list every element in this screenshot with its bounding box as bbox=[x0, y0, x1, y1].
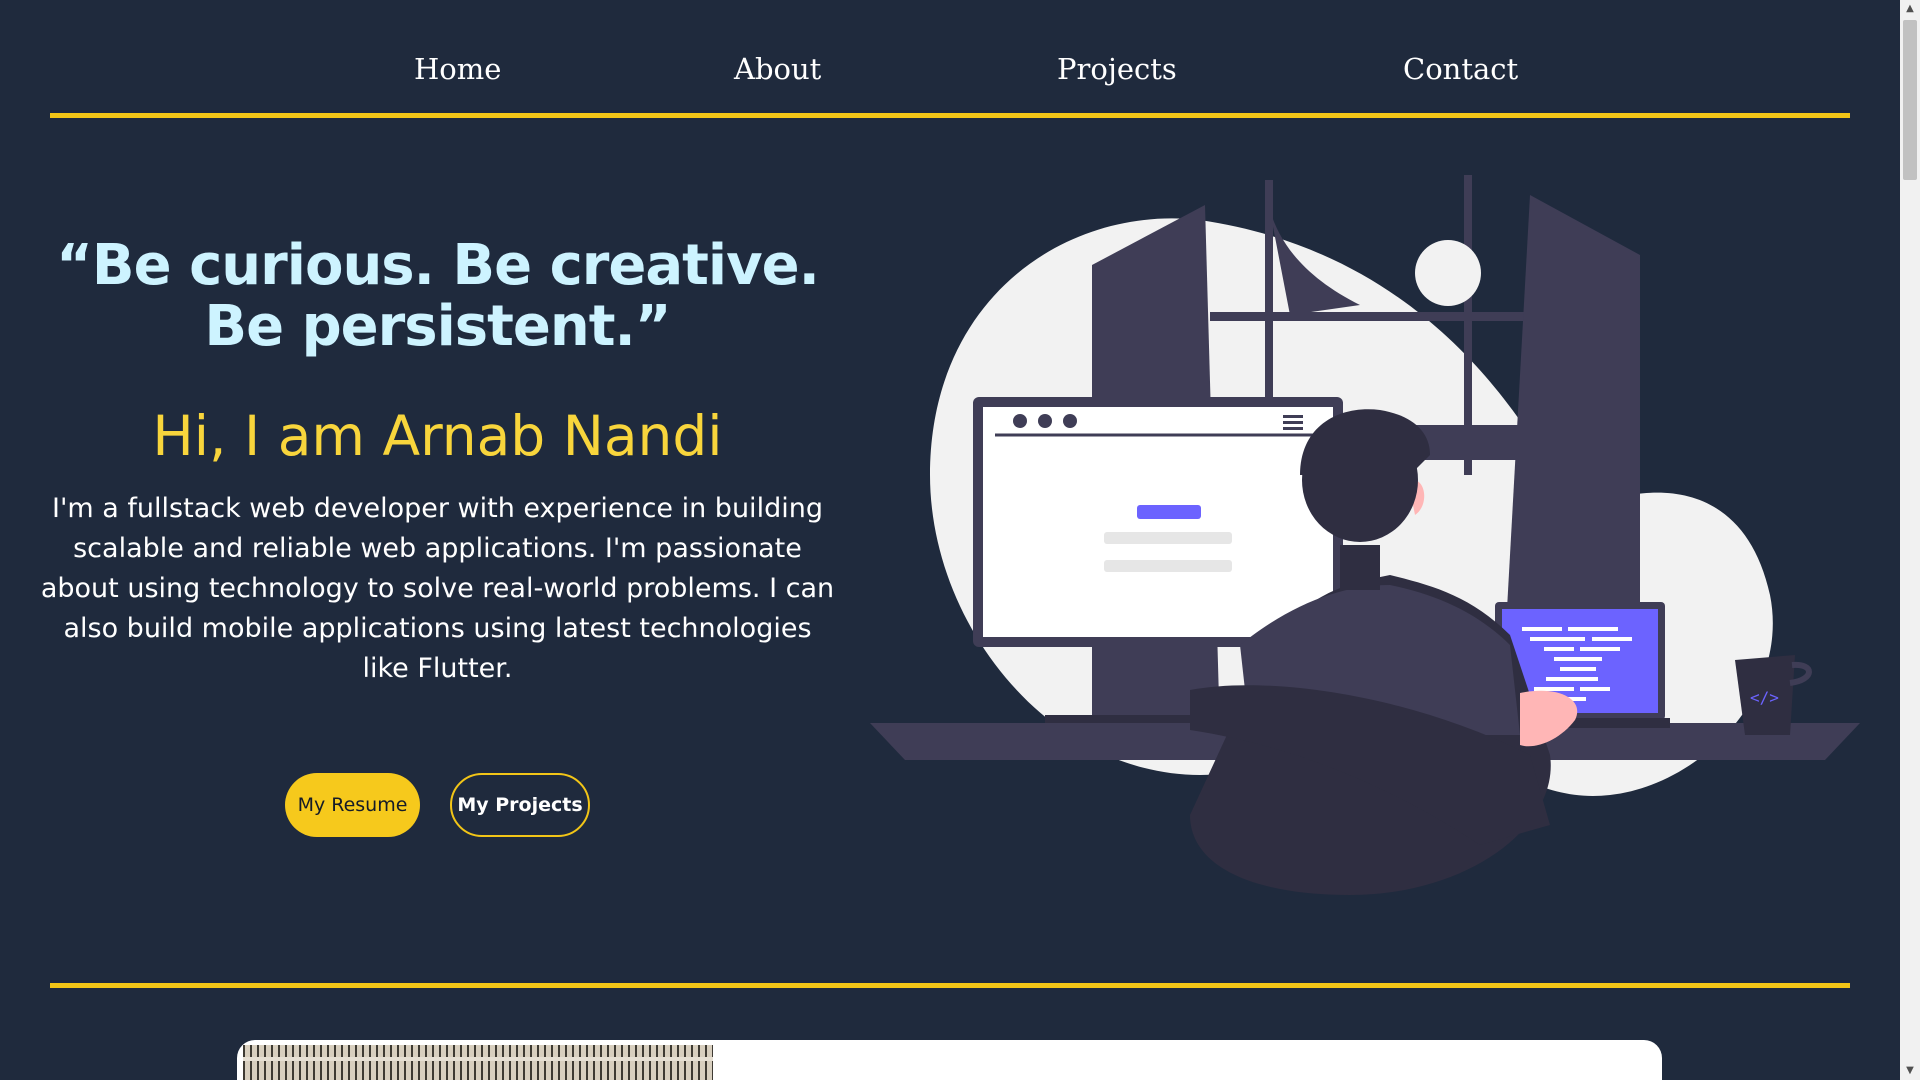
nav-about-link[interactable]: About bbox=[734, 52, 821, 86]
building-pillar bbox=[1265, 180, 1273, 425]
nav-contact-link[interactable]: Contact bbox=[1403, 52, 1518, 86]
hero-greeting: Hi, I am Arnab Nandi bbox=[152, 404, 723, 468]
hero-text-section: “Be curious. Be creative. Be persistent.… bbox=[30, 235, 845, 689]
scroll-down-arrow-icon[interactable]: ▼ bbox=[1900, 1062, 1920, 1080]
window-dot-icon bbox=[1013, 414, 1027, 428]
hero-intro-paragraph: I'm a fullstack web developer with exper… bbox=[40, 493, 835, 684]
project-card-image bbox=[243, 1045, 713, 1080]
portfolio-page: Home About Projects Contact “Be curious.… bbox=[0, 0, 1920, 1080]
top-navigation: Home About Projects Contact bbox=[50, 0, 1850, 118]
screen-text-line bbox=[1104, 560, 1232, 572]
page-scrollbar[interactable]: ▲ ▼ bbox=[1900, 0, 1920, 1080]
scroll-up-arrow-icon[interactable]: ▲ bbox=[1900, 0, 1920, 18]
my-resume-button[interactable]: My Resume bbox=[285, 773, 420, 837]
project-card[interactable] bbox=[237, 1040, 1662, 1080]
person-neck bbox=[1340, 545, 1380, 590]
mug-code-glyph: </> bbox=[1750, 688, 1779, 707]
my-projects-button[interactable]: My Projects bbox=[450, 773, 590, 837]
hero-quote: “Be curious. Be creative. Be persistent.… bbox=[56, 233, 820, 359]
screen-button-shape bbox=[1137, 505, 1201, 519]
nav-home-link[interactable]: Home bbox=[414, 52, 501, 86]
section-divider bbox=[50, 983, 1850, 988]
window-dot-icon bbox=[1063, 414, 1077, 428]
window-dot-icon bbox=[1038, 414, 1052, 428]
monitor-screen bbox=[983, 407, 1333, 637]
moon-circle bbox=[1415, 240, 1481, 306]
hamburger-menu-icon bbox=[1283, 415, 1303, 418]
scrollbar-thumb[interactable] bbox=[1903, 20, 1917, 180]
developer-at-desk-illustration: </> bbox=[870, 175, 1860, 895]
screen-text-line bbox=[1104, 532, 1232, 544]
nav-projects-link[interactable]: Projects bbox=[1057, 52, 1177, 86]
